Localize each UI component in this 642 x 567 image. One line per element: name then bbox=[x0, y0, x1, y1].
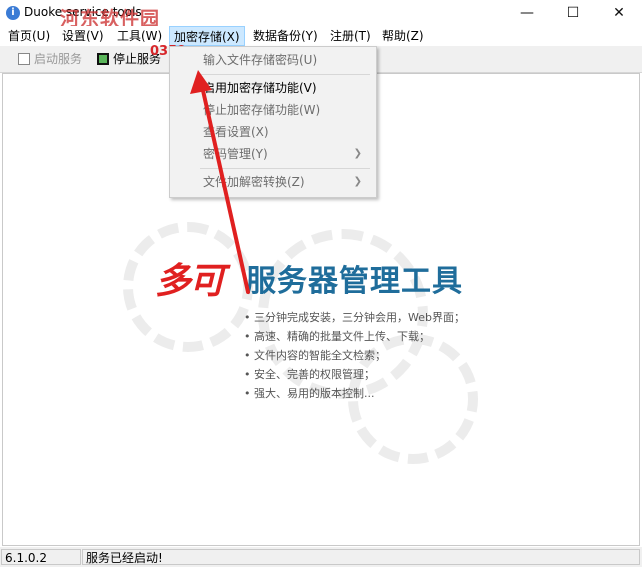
dropdown-separator bbox=[200, 74, 370, 75]
dropdown-item-label: 启用加密存储功能(V) bbox=[203, 81, 317, 95]
dropdown-item-stop-encryption[interactable]: 停止加密存储功能(W) bbox=[170, 99, 374, 121]
app-icon: i bbox=[6, 6, 20, 20]
menu-data-backup[interactable]: 数据备份(Y) bbox=[249, 26, 322, 46]
feature-item: • 三分钟完成安装，三分钟会用，Web界面； bbox=[244, 311, 465, 324]
product-logo-title: 服务器管理工具 bbox=[246, 264, 463, 299]
menu-tools[interactable]: 工具(W) bbox=[113, 26, 166, 46]
close-button[interactable]: ✕ bbox=[596, 0, 642, 26]
dropdown-item-label: 文件加解密转换(Z) bbox=[203, 175, 305, 189]
start-service-label: 启动服务 bbox=[34, 52, 83, 66]
start-icon bbox=[18, 53, 30, 65]
encrypted-storage-dropdown: 输入文件存储密码(U) 启用加密存储功能(V) 停止加密存储功能(W) 查看设置… bbox=[169, 46, 377, 198]
version-label: 6.1.0.2 bbox=[1, 549, 81, 565]
feature-item: • 文件内容的智能全文检索； bbox=[244, 349, 386, 362]
menu-home[interactable]: 首页(U) bbox=[4, 26, 54, 46]
dropdown-separator bbox=[200, 168, 370, 169]
status-bar: 6.1.0.2 服务已经启动! bbox=[0, 547, 642, 567]
minimize-button[interactable]: — bbox=[504, 0, 550, 26]
feature-item: • 强大、易用的版本控制... bbox=[244, 387, 375, 400]
dropdown-item-label: 停止加密存储功能(W) bbox=[203, 103, 321, 117]
title-bar: i Duoke service tools 河东软件园 — ☐ ✕ bbox=[0, 0, 642, 30]
dropdown-item-enter-password[interactable]: 输入文件存储密码(U) bbox=[170, 49, 374, 71]
stop-icon bbox=[97, 53, 109, 65]
start-service-button[interactable]: 启动服务 bbox=[16, 50, 82, 68]
menu-settings[interactable]: 设置(V) bbox=[58, 26, 108, 46]
dropdown-item-enable-encryption[interactable]: 启用加密存储功能(V) bbox=[170, 77, 374, 99]
feature-item: • 高速、精确的批量文件上传、下载； bbox=[244, 330, 430, 343]
feature-item: • 安全、完善的权限管理； bbox=[244, 368, 375, 381]
menu-bar: 首页(U) 设置(V) 工具(W) 加密存储(X) 数据备份(Y) 注册(T) … bbox=[0, 26, 642, 46]
dropdown-item-file-conversion[interactable]: 文件加解密转换(Z) ❯ bbox=[170, 171, 374, 193]
dropdown-item-view-settings[interactable]: 查看设置(X) bbox=[170, 121, 374, 143]
dropdown-item-password-management[interactable]: 密码管理(Y) ❯ bbox=[170, 143, 374, 165]
submenu-arrow-icon: ❯ bbox=[353, 176, 362, 187]
dropdown-item-label: 输入文件存储密码(U) bbox=[203, 53, 318, 67]
dropdown-item-label: 查看设置(X) bbox=[203, 125, 269, 139]
service-status: 服务已经启动! bbox=[82, 549, 640, 565]
submenu-arrow-icon: ❯ bbox=[353, 148, 362, 159]
menu-encrypted-storage[interactable]: 加密存储(X) bbox=[169, 26, 245, 46]
maximize-button[interactable]: ☐ bbox=[550, 0, 596, 26]
menu-register[interactable]: 注册(T) bbox=[326, 26, 375, 46]
product-logo-mark: 多可 bbox=[155, 261, 225, 302]
feature-list: • 三分钟完成安装，三分钟会用，Web界面； • 高速、精确的批量文件上传、下载… bbox=[244, 308, 465, 403]
dropdown-item-label: 密码管理(Y) bbox=[203, 147, 268, 161]
menu-help[interactable]: 帮助(Z) bbox=[378, 26, 428, 46]
